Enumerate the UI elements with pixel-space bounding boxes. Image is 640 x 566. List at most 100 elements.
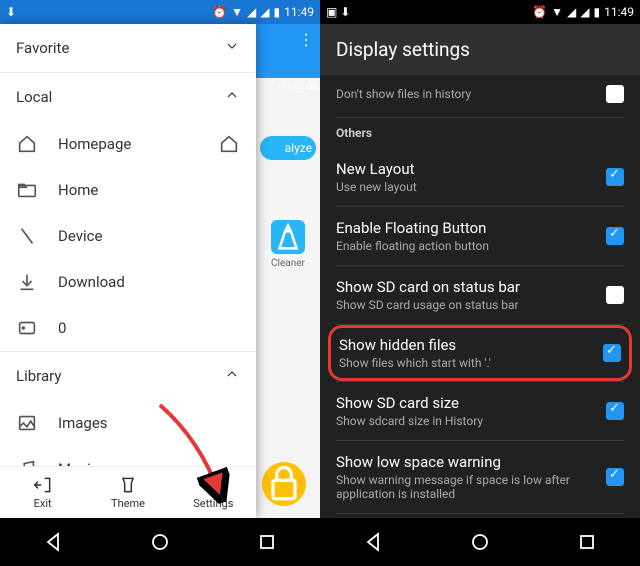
setting-title: Enable Floating Button bbox=[336, 219, 594, 237]
android-navbar bbox=[320, 518, 640, 566]
drawer-item-sdcard[interactable]: 0 bbox=[0, 305, 256, 351]
checkbox[interactable] bbox=[606, 227, 624, 245]
exit-button[interactable]: Exit bbox=[0, 467, 85, 518]
battery-icon: ▮ bbox=[594, 5, 601, 19]
chevron-down-icon bbox=[224, 38, 240, 58]
setting-subtitle: Show files which start with '.' bbox=[339, 356, 591, 370]
label: Exit bbox=[34, 497, 52, 510]
navigation-drawer: Favorite Local Homepage Home Device Down… bbox=[0, 24, 256, 518]
analyze-button[interactable]: alyze bbox=[260, 136, 316, 160]
history-note-row[interactable]: Don't show files in history bbox=[336, 75, 624, 117]
alarm-icon: ⏰ bbox=[532, 5, 547, 19]
settings-icon bbox=[203, 475, 223, 495]
drawer-item-images[interactable]: Images bbox=[0, 400, 256, 446]
cleaner-icon[interactable] bbox=[271, 220, 305, 254]
setting-row[interactable]: New Layout Use new layout bbox=[336, 148, 624, 206]
section-label: Local bbox=[16, 88, 52, 106]
home-icon bbox=[218, 133, 240, 155]
drawer-item-download[interactable]: Download bbox=[0, 259, 256, 305]
settings-button[interactable]: Settings bbox=[171, 467, 256, 518]
section-favorite[interactable]: Favorite bbox=[0, 24, 256, 72]
signal-icon: ◢ bbox=[567, 5, 576, 19]
section-label: Library bbox=[16, 367, 61, 385]
android-navbar bbox=[0, 518, 320, 566]
setting-text: New Layout Use new layout bbox=[336, 160, 594, 194]
setting-text: Show low space warning Show warning messa… bbox=[336, 453, 594, 501]
phone-right: ▣ ⬇ ⏰ ▼ ◢ ◢ ▮ 11:49 Display settings Don… bbox=[320, 0, 640, 566]
theme-button[interactable]: Theme bbox=[85, 467, 170, 518]
setting-text: Enable Floating Button Enable floating ac… bbox=[336, 219, 594, 253]
folder-icon bbox=[16, 179, 38, 201]
setting-title: Show hidden files bbox=[339, 336, 591, 354]
setting-text: Show SD card size Show sdcard size in His… bbox=[336, 394, 594, 428]
bottom-actions: Exit Theme Settings bbox=[0, 466, 256, 518]
image-icon bbox=[16, 412, 38, 434]
download-icon bbox=[16, 271, 38, 293]
setting-row[interactable]: Enable Floating Button Enable floating ac… bbox=[336, 207, 624, 265]
item-label: Homepage bbox=[58, 135, 131, 153]
background-app: ⋮ /11.92 GB alyze Cleaner bbox=[256, 24, 320, 518]
sdcard-icon bbox=[16, 317, 38, 339]
checkbox[interactable] bbox=[606, 85, 624, 103]
setting-row[interactable]: Show hidden files Show files which start … bbox=[328, 325, 632, 381]
setting-text: Show hidden files Show files which start … bbox=[339, 336, 591, 370]
setting-subtitle: Show SD card usage on status bar bbox=[336, 298, 594, 312]
settings-list[interactable]: Don't show files in history Others New L… bbox=[320, 75, 640, 566]
signal-icon: ◢ bbox=[247, 5, 256, 19]
section-others: Others bbox=[336, 118, 624, 148]
section-library[interactable]: Library bbox=[0, 352, 256, 400]
back-button[interactable] bbox=[361, 530, 385, 554]
item-label: 0 bbox=[58, 319, 66, 337]
setting-subtitle: Show warning message if space is low aft… bbox=[336, 473, 594, 501]
setting-title: Show low space warning bbox=[336, 453, 594, 471]
checkbox[interactable] bbox=[606, 468, 624, 486]
setting-row[interactable]: Show low space warning Show warning messa… bbox=[336, 441, 624, 513]
recent-button[interactable] bbox=[255, 530, 279, 554]
item-label: Device bbox=[58, 227, 102, 245]
theme-icon bbox=[118, 475, 138, 495]
phone-left: ⬇ ⏰ ▼ ◢ ◢ ▮ 11:49 ⋮ /11.92 GB alyze Clea… bbox=[0, 0, 320, 566]
drawer-item-homepage[interactable]: Homepage bbox=[0, 121, 256, 167]
item-label: Download bbox=[58, 273, 125, 291]
setting-title: New Layout bbox=[336, 160, 594, 178]
setting-row[interactable]: Show SD card on status bar Show SD card u… bbox=[336, 266, 624, 324]
setting-subtitle: Show sdcard size in History bbox=[336, 414, 594, 428]
fab-button[interactable] bbox=[262, 462, 306, 506]
label: Settings bbox=[193, 497, 233, 510]
signal-icon: ◢ bbox=[580, 5, 589, 19]
app-header: ⋮ bbox=[256, 24, 320, 78]
setting-subtitle: Use new layout bbox=[336, 180, 594, 194]
chevron-up-icon bbox=[224, 366, 240, 386]
setting-subtitle: Enable floating action button bbox=[336, 239, 594, 253]
setting-title: Show SD card size bbox=[336, 394, 594, 412]
battery-icon: ▮ bbox=[274, 5, 281, 19]
device-icon bbox=[16, 225, 38, 247]
checkbox[interactable] bbox=[606, 168, 624, 186]
setting-text: Show SD card on status bar Show SD card u… bbox=[336, 278, 594, 312]
checkbox[interactable] bbox=[606, 286, 624, 304]
clock: 11:49 bbox=[284, 5, 314, 19]
menu-icon[interactable]: ⋮ bbox=[256, 24, 320, 55]
wifi-icon: ▼ bbox=[551, 5, 563, 19]
setting-row[interactable]: Show SD card size Show sdcard size in His… bbox=[336, 382, 624, 440]
item-label: Images bbox=[58, 414, 108, 432]
drawer-item-home[interactable]: Home bbox=[0, 167, 256, 213]
storage-text: /11.92 GB bbox=[256, 78, 320, 96]
home-outline-icon bbox=[16, 133, 38, 155]
cleaner-label: Cleaner bbox=[256, 258, 320, 269]
back-button[interactable] bbox=[41, 530, 65, 554]
drawer-item-device[interactable]: Device bbox=[0, 213, 256, 259]
checkbox[interactable] bbox=[603, 344, 621, 362]
setting-title: Show SD card on status bar bbox=[336, 278, 594, 296]
alarm-icon: ⏰ bbox=[212, 5, 227, 19]
home-button[interactable] bbox=[468, 530, 492, 554]
label: Theme bbox=[111, 497, 145, 510]
exit-icon bbox=[33, 475, 53, 495]
checkbox[interactable] bbox=[606, 402, 624, 420]
recent-button[interactable] bbox=[575, 530, 599, 554]
chevron-up-icon bbox=[224, 87, 240, 107]
section-local[interactable]: Local bbox=[0, 73, 256, 121]
clock: 11:49 bbox=[604, 5, 634, 19]
home-button[interactable] bbox=[148, 530, 172, 554]
item-label: Home bbox=[58, 181, 98, 199]
